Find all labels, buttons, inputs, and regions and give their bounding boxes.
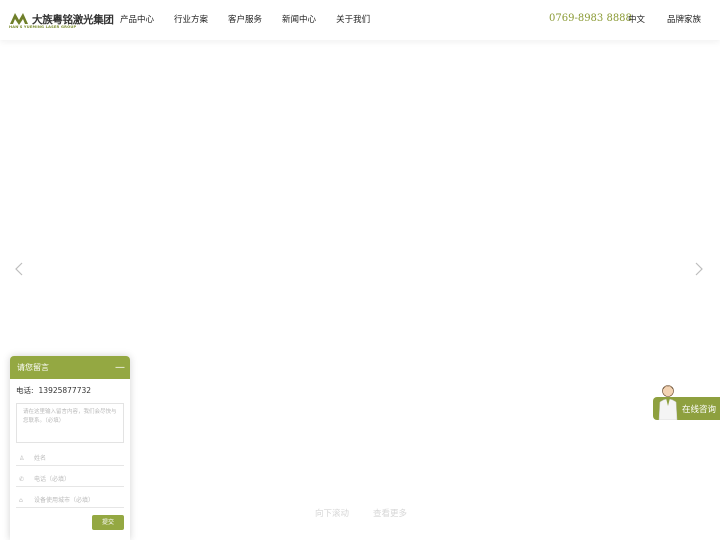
scroll-down-hint[interactable]: 向下滚动 (315, 507, 349, 519)
slider-next-button[interactable] (694, 262, 708, 276)
logo-subtitle: HAN'S YUEMING LASER GROUP (9, 25, 77, 29)
user-icon: ♙ (19, 455, 25, 462)
name-field[interactable]: ♙ 姓名 (16, 451, 124, 466)
city-placeholder: 设备使用城市（必填） (34, 497, 95, 504)
phone-icon: ✆ (19, 476, 25, 483)
nav-item-products[interactable]: 产品中心 (120, 0, 154, 40)
nav-item-about[interactable]: 关于我们 (336, 0, 370, 40)
phone-placeholder: 电话（必填） (34, 476, 71, 483)
brand-family-link[interactable]: 品牌家族 (667, 13, 701, 25)
message-panel-title: 请您留言 (17, 363, 49, 372)
site-header: 大族粤铭激光集团 HAN'S YUEMING LASER GROUP 产品中心 … (0, 0, 720, 40)
site-logo[interactable]: 大族粤铭激光集团 HAN'S YUEMING LASER GROUP (9, 11, 114, 31)
chevron-right-icon (695, 262, 703, 276)
online-consult-widget[interactable]: 在线咨询 (653, 384, 720, 420)
nav-item-news[interactable]: 新闻中心 (282, 0, 316, 40)
slider-prev-button[interactable] (14, 262, 28, 276)
nav-item-service[interactable]: 客户服务 (228, 0, 262, 40)
tel-number: 13925877732 (38, 386, 92, 395)
main-nav: 产品中心 行业方案 客户服务 新闻中心 关于我们 (110, 0, 390, 40)
message-panel-header: 请您留言 — (10, 356, 130, 379)
hotline-phone[interactable]: 0769-8983 8888 (549, 13, 632, 24)
minimize-button[interactable]: — (115, 356, 125, 379)
location-icon: ⌂ (19, 497, 23, 504)
message-content-input[interactable]: 请在这里输入留言内容，我们会尽快与您联系。（必填） (16, 403, 124, 443)
chevron-left-icon (15, 262, 23, 276)
online-consult-label: 在线咨询 (682, 405, 717, 415)
phone-field[interactable]: ✆ 电话（必填） (16, 472, 124, 487)
message-panel: 请您留言 — 电话: 13925877732 请在这里输入留言内容，我们会尽快与您… (10, 356, 130, 540)
tel-label: 电话: (16, 386, 34, 395)
name-placeholder: 姓名 (34, 455, 47, 462)
submit-button[interactable]: 提交 (92, 515, 124, 530)
nav-item-solutions[interactable]: 行业方案 (174, 0, 208, 40)
message-tel: 电话: 13925877732 (16, 385, 91, 396)
see-more-link[interactable]: 查看更多 (373, 507, 407, 519)
language-switch[interactable]: 中文 (628, 13, 645, 25)
logo-mark-icon (10, 13, 28, 25)
agent-avatar-icon (658, 385, 678, 420)
city-field[interactable]: ⌂ 设备使用城市（必填） (16, 493, 124, 508)
